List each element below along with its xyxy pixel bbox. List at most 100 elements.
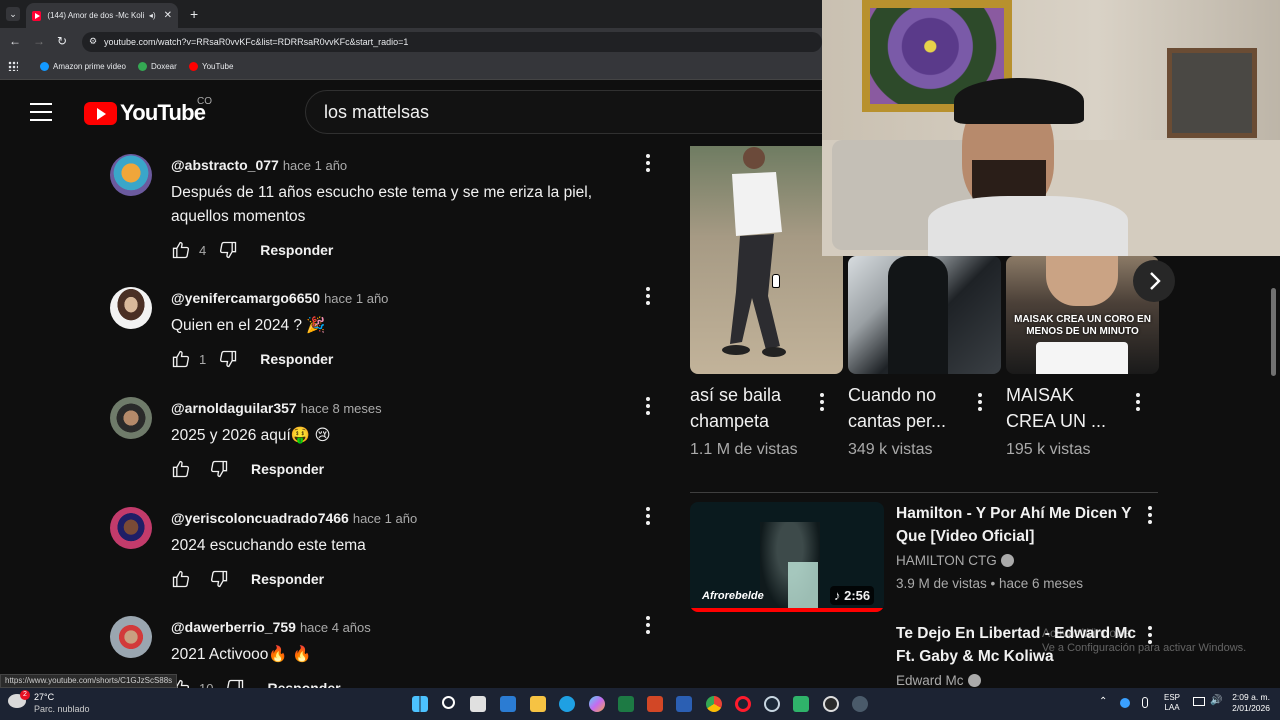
video-title[interactable]: Hamilton - Y Por Ahí Me Dicen Y Que [Vid… bbox=[896, 502, 1141, 548]
store-icon[interactable] bbox=[500, 696, 516, 712]
bookmark-youtube[interactable]: YouTube bbox=[189, 62, 233, 71]
tray-chevron-icon[interactable]: ⌃ bbox=[1099, 696, 1107, 707]
avatar[interactable] bbox=[110, 287, 152, 329]
comment-author[interactable]: @yeriscoloncuadrado7466 bbox=[171, 510, 349, 526]
browser-tab-active[interactable]: (144) Amor de dos -Mc Koli ◂) ✕ bbox=[26, 3, 178, 28]
app-green-icon[interactable] bbox=[793, 696, 809, 712]
opera-icon[interactable] bbox=[735, 696, 751, 712]
dancer-figure bbox=[722, 147, 786, 357]
steam-icon[interactable] bbox=[764, 696, 780, 712]
like-icon[interactable] bbox=[171, 459, 191, 479]
video-more-icon[interactable] bbox=[1146, 506, 1154, 528]
copilot-icon[interactable] bbox=[589, 696, 605, 712]
dislike-icon[interactable] bbox=[225, 678, 245, 688]
shorts-next-button[interactable] bbox=[1133, 260, 1175, 302]
dislike-icon[interactable] bbox=[209, 569, 229, 589]
weather-desc: Parc. nublado bbox=[34, 704, 90, 714]
bookmark-amazon-prime[interactable]: Amazon prime video bbox=[40, 62, 126, 71]
comment-more-icon[interactable] bbox=[644, 397, 652, 419]
powerpoint-icon[interactable] bbox=[647, 696, 663, 712]
reload-icon[interactable]: ↻ bbox=[57, 34, 67, 48]
dislike-icon[interactable] bbox=[209, 459, 229, 479]
avatar[interactable] bbox=[110, 507, 152, 549]
like-icon[interactable] bbox=[171, 569, 191, 589]
file-explorer-icon[interactable] bbox=[530, 696, 546, 712]
site-info-icon[interactable]: ⚙ bbox=[89, 36, 97, 47]
avatar[interactable] bbox=[110, 616, 152, 658]
short-more-icon[interactable] bbox=[1134, 393, 1142, 415]
short-more-icon[interactable] bbox=[818, 393, 826, 415]
webcam-overlay bbox=[822, 0, 1280, 256]
comment-author[interactable]: @arnoldaguilar357 bbox=[171, 400, 297, 416]
tab-search-button[interactable]: ⌄ bbox=[6, 7, 20, 21]
speaker-icon[interactable]: ◂) bbox=[149, 11, 156, 20]
doxear-icon bbox=[138, 62, 147, 71]
comment-time[interactable]: hace 8 meses bbox=[301, 401, 382, 416]
edge-icon[interactable] bbox=[559, 696, 575, 712]
avatar[interactable] bbox=[110, 154, 152, 196]
apps-grid-icon[interactable] bbox=[8, 61, 18, 71]
like-icon[interactable] bbox=[171, 240, 191, 260]
activation-watermark-title: Activar Windows bbox=[1042, 626, 1131, 640]
search-icon[interactable] bbox=[442, 696, 455, 709]
clock[interactable]: 2:09 a. m. 2/01/2026 bbox=[1228, 692, 1270, 714]
dislike-icon[interactable] bbox=[218, 240, 238, 260]
comment-time[interactable]: hace 1 año bbox=[324, 291, 388, 306]
menu-icon[interactable] bbox=[30, 103, 52, 121]
forward-icon[interactable]: → bbox=[33, 34, 45, 48]
word-icon[interactable] bbox=[676, 696, 692, 712]
comment-more-icon[interactable] bbox=[644, 507, 652, 529]
back-icon[interactable]: ← bbox=[9, 34, 21, 48]
short-thumbnail[interactable] bbox=[690, 146, 843, 374]
video-channel[interactable]: Edward Mc bbox=[896, 673, 981, 688]
short-thumbnail[interactable] bbox=[848, 256, 1001, 374]
new-tab-button[interactable]: + bbox=[190, 6, 198, 22]
dislike-icon[interactable] bbox=[218, 349, 238, 369]
comment-item: @dawerberrio_759 hace 4 años 2021 Activoo… bbox=[110, 616, 670, 688]
reply-button[interactable]: Responder bbox=[251, 571, 324, 587]
short-views: 195 k vistas bbox=[1006, 441, 1091, 458]
address-bar[interactable]: ⚙ youtube.com/watch?v=RRsaR0vvKFc&list=R… bbox=[82, 32, 822, 52]
like-icon[interactable] bbox=[171, 349, 191, 369]
comment-time[interactable]: hace 1 año bbox=[283, 158, 347, 173]
excel-icon[interactable] bbox=[618, 696, 634, 712]
avatar[interactable] bbox=[110, 397, 152, 439]
comment-more-icon[interactable] bbox=[644, 154, 652, 176]
comment-more-icon[interactable] bbox=[644, 616, 652, 638]
task-view-icon[interactable] bbox=[470, 696, 486, 712]
amazon-prime-icon bbox=[40, 62, 49, 71]
start-icon[interactable] bbox=[412, 696, 428, 712]
reply-button[interactable]: Responder bbox=[260, 351, 333, 367]
network-tray-icon[interactable] bbox=[1120, 698, 1130, 708]
comment-author[interactable]: @abstracto_077 bbox=[171, 157, 279, 173]
display-tray-icon[interactable] bbox=[1193, 697, 1205, 706]
volume-icon[interactable]: 🔊 bbox=[1210, 695, 1222, 706]
comment-time[interactable]: hace 1 año bbox=[353, 511, 417, 526]
bookmark-doxear[interactable]: Doxear bbox=[138, 62, 177, 71]
search-input[interactable]: los mattelsas bbox=[305, 90, 825, 134]
short-title[interactable]: MAISAK CREA UN ... bbox=[1006, 382, 1126, 434]
short-more-icon[interactable] bbox=[976, 393, 984, 415]
reply-button[interactable]: Responder bbox=[260, 242, 333, 258]
comment-time[interactable]: hace 4 años bbox=[300, 620, 371, 635]
short-views: 349 k vistas bbox=[848, 441, 933, 458]
video-channel[interactable]: HAMILTON CTG bbox=[896, 553, 1014, 568]
mic-tray-icon[interactable] bbox=[1142, 697, 1148, 708]
comment-more-icon[interactable] bbox=[644, 287, 652, 309]
reply-button[interactable]: Responder bbox=[267, 680, 340, 688]
bookmark-label: YouTube bbox=[202, 62, 234, 71]
short-title[interactable]: Cuando no cantas per... bbox=[848, 382, 968, 434]
keyboard-language[interactable]: ESP LAA bbox=[1164, 693, 1180, 713]
page-scrollbar[interactable] bbox=[1271, 288, 1276, 376]
comment-author[interactable]: @yenifercamargo6650 bbox=[171, 290, 320, 306]
close-tab-icon[interactable]: ✕ bbox=[164, 10, 172, 21]
comment-author[interactable]: @dawerberrio_759 bbox=[171, 619, 296, 635]
app-globe-icon[interactable] bbox=[852, 696, 868, 712]
chrome-icon[interactable] bbox=[706, 696, 722, 712]
youtube-logo-text: YouTube bbox=[120, 100, 206, 125]
short-title[interactable]: así se baila champeta bbox=[690, 382, 810, 434]
obs-icon[interactable] bbox=[823, 696, 839, 712]
reply-button[interactable]: Responder bbox=[251, 461, 324, 477]
video-thumbnail[interactable]: Afrorebelde ♪ 2:56 bbox=[690, 502, 884, 612]
youtube-logo[interactable]: YouTube bbox=[84, 100, 206, 126]
